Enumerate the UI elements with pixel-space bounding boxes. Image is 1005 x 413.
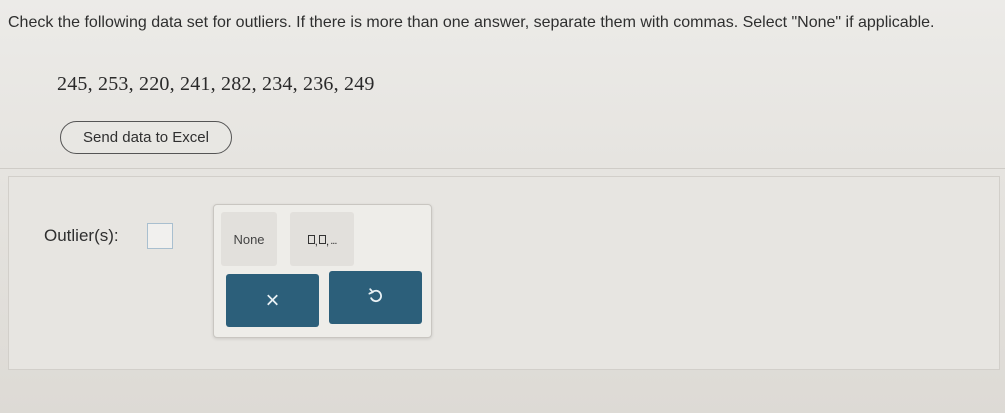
- none-button[interactable]: None: [221, 212, 277, 266]
- section-divider: [0, 168, 1005, 169]
- question-prompt: Check the following data set for outlier…: [8, 14, 935, 31]
- outliers-answer-input[interactable]: [147, 223, 173, 249]
- answer-panel: [8, 176, 1000, 370]
- answer-keypad: None ,,... ×: [213, 204, 432, 338]
- send-data-to-excel-button[interactable]: Send data to Excel: [60, 121, 232, 154]
- clear-button[interactable]: ×: [226, 274, 319, 327]
- list-template-icon: ,,...: [307, 232, 337, 247]
- data-set-values: 245, 253, 220, 241, 282, 234, 236, 249: [57, 73, 375, 95]
- outliers-label: Outlier(s):: [44, 226, 119, 245]
- x-icon: ×: [265, 286, 280, 314]
- list-template-button[interactable]: ,,...: [290, 212, 354, 266]
- undo-button[interactable]: [329, 271, 422, 324]
- undo-icon: [368, 287, 384, 308]
